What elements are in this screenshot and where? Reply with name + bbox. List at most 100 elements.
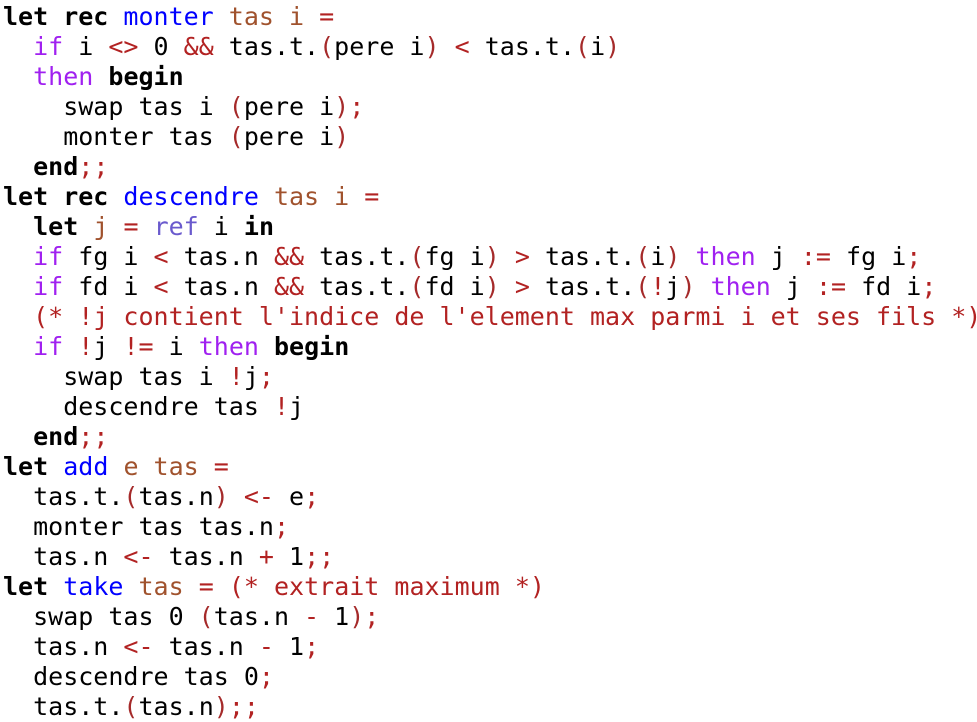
code-line: swap tas 0 (tas.n - 1);	[3, 602, 977, 632]
operator: ;;	[78, 422, 109, 451]
operator: =	[213, 452, 229, 481]
operator: (* extrait maximum *)	[228, 572, 545, 601]
operator: ;	[258, 662, 274, 691]
operator: !	[650, 272, 666, 301]
operator: <>	[108, 32, 139, 61]
code-text: 1	[273, 542, 305, 571]
code-line: monter tas (pere i)	[3, 122, 977, 152]
code-text: fd i	[846, 272, 922, 301]
control-keyword: then	[710, 272, 771, 301]
variable: tas	[138, 572, 184, 601]
code-line: (* !j contient l'indice de l'element max…	[3, 302, 977, 332]
code-line: tas.n <- tas.n - 1;	[3, 632, 977, 662]
operator: >	[514, 272, 530, 301]
code-text: tas.n	[138, 482, 214, 511]
operator: ;	[304, 632, 320, 661]
code-text: tas.n	[168, 272, 274, 301]
code-text: monter tas	[3, 122, 229, 151]
paren: (	[409, 242, 425, 271]
paren: (	[319, 32, 335, 61]
operator: -	[258, 632, 274, 661]
paren: )	[605, 32, 621, 61]
operator: =	[364, 182, 380, 211]
paren: )	[349, 602, 365, 631]
operator: <	[454, 32, 470, 61]
code-text: i	[198, 212, 244, 241]
code-line: descendre tas 0;	[3, 662, 977, 692]
code-text: tas.n	[3, 632, 124, 661]
paren: )	[680, 272, 696, 301]
code-text: fd i	[63, 272, 154, 301]
operator: !	[273, 392, 289, 421]
operator: &&	[183, 32, 214, 61]
paren: )	[213, 692, 229, 721]
code-text: pere i	[243, 122, 335, 151]
paren: (	[198, 602, 214, 631]
builtin: ref	[153, 212, 199, 241]
code-text: tas.t.	[529, 242, 636, 271]
paren: (	[635, 242, 651, 271]
code-line: tas.t.(tas.n);;	[3, 692, 977, 722]
code-text: tas.n	[153, 542, 259, 571]
operator: =	[319, 2, 335, 31]
code-text: tas.n	[138, 692, 214, 721]
code-text: swap tas 0	[3, 602, 199, 631]
operator: >	[514, 242, 530, 271]
code-text: tas.t.	[304, 272, 410, 301]
code-editor[interactable]: let rec monter tas i = if i <> 0 && tas.…	[3, 2, 977, 722]
code-line: tas.t.(tas.n) <- e;	[3, 482, 977, 512]
operator: =	[198, 572, 214, 601]
code-line: let take tas = (* extrait maximum *)	[3, 572, 977, 602]
code-line: if i <> 0 && tas.t.(pere i) < tas.t.(i)	[3, 32, 977, 62]
control-keyword: then	[33, 62, 94, 91]
paren: (	[228, 92, 244, 121]
control-keyword: if	[33, 332, 64, 361]
code-text: j	[289, 392, 305, 421]
code-text: tas.n	[168, 242, 274, 271]
variable: e tas	[123, 452, 199, 481]
code-text: j	[243, 362, 259, 391]
code-text: descendre tas	[3, 392, 274, 421]
code-line: tas.n <- tas.n + 1;;	[3, 542, 977, 572]
code-line: let add e tas =	[3, 452, 977, 482]
code-text: tas.n	[153, 632, 259, 661]
keyword: begin	[274, 332, 350, 361]
keyword: let rec	[3, 182, 109, 211]
variable: tas i	[228, 2, 305, 31]
code-text: i	[153, 332, 199, 361]
function-name: take	[63, 572, 124, 601]
code-text: pere i	[334, 32, 425, 61]
code-text: tas.t.	[469, 32, 576, 61]
operator: ;	[921, 272, 937, 301]
function-name: add	[63, 452, 109, 481]
paren: (	[409, 272, 425, 301]
operator: ;	[906, 242, 922, 271]
keyword: let	[33, 212, 79, 241]
operator: -	[304, 602, 320, 631]
paren: )	[484, 242, 500, 271]
operator: <-	[123, 632, 154, 661]
code-text: monter tas tas.n	[3, 512, 274, 541]
code-text: descendre tas 0	[3, 662, 259, 691]
operator: ;;	[304, 542, 335, 571]
operator: &&	[273, 242, 305, 271]
operator: <-	[123, 542, 154, 571]
operator: ;	[304, 482, 320, 511]
code-line: swap tas i (pere i);	[3, 92, 977, 122]
